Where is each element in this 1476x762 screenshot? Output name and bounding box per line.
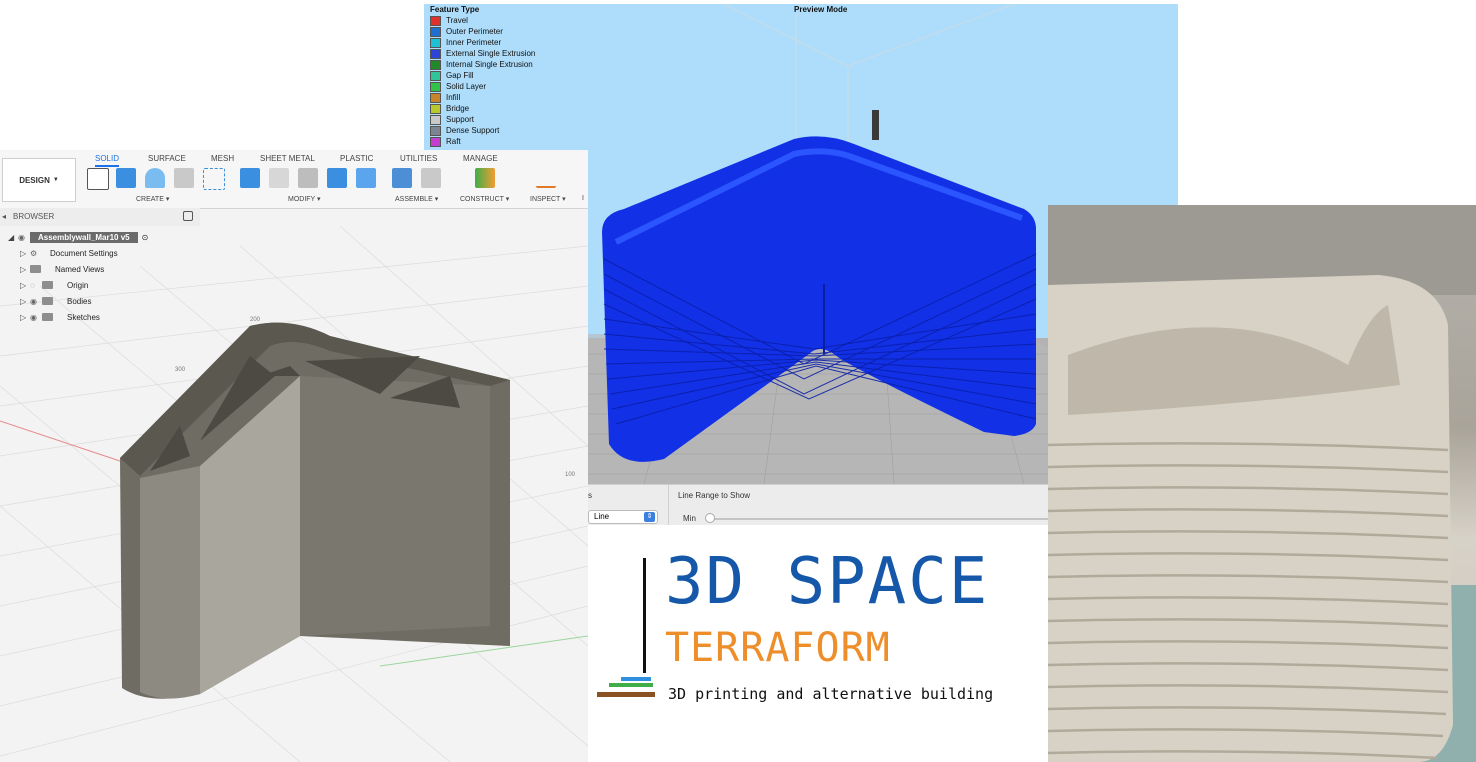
folder-icon	[42, 281, 53, 289]
legend-item-dense-support: Dense Support	[430, 125, 535, 136]
press-pull-icon[interactable]	[240, 168, 260, 188]
chamfer-icon[interactable]	[298, 168, 318, 188]
design-label: DESIGN	[19, 175, 50, 185]
folder-icon	[42, 297, 53, 305]
collapse-icon[interactable]: ◂	[2, 212, 6, 221]
tab-sheet-metal[interactable]: SHEET METAL	[260, 154, 315, 163]
measure-icon[interactable]	[536, 176, 556, 188]
tree-item-document-settings[interactable]: ▷ ⚙ Document Settings	[20, 246, 118, 260]
line-range-label: Line Range to Show	[678, 491, 751, 500]
fusion-cad-window: 300 200 100 DESIGN ▼ SOLID SURFACE MESH …	[0, 150, 588, 762]
legend-item-inner-perimeter: Inner Perimeter	[430, 37, 535, 48]
legend-item-raft: Raft	[430, 136, 535, 147]
legend-title: Feature Type	[430, 5, 480, 14]
tab-plastic[interactable]: PLASTIC	[340, 154, 373, 163]
group-modify[interactable]: MODIFY ▾	[288, 195, 321, 203]
design-workspace-button[interactable]: DESIGN ▼	[2, 158, 76, 202]
tree-root-node[interactable]: ◢ ◉ Assemblywall_Mar10 v5 ⊙	[8, 230, 148, 244]
legend-item-bridge: Bridge	[430, 103, 535, 114]
group-construct[interactable]: CONSTRUCT ▾	[460, 195, 509, 203]
tab-manage[interactable]: MANAGE	[463, 154, 498, 163]
tab-utilities[interactable]: UTILITIES	[400, 154, 437, 163]
plane-icon[interactable]	[475, 168, 495, 188]
min-label: Min	[683, 514, 696, 523]
tab-mesh[interactable]: MESH	[211, 154, 234, 163]
legend-item-outer-perimeter: Outer Perimeter	[430, 26, 535, 37]
tab-surface[interactable]: SURFACE	[148, 154, 186, 163]
group-insert-cut[interactable]: I	[582, 195, 584, 202]
legend-item-infill: Infill	[430, 92, 535, 103]
group-inspect[interactable]: INSPECT ▾	[530, 195, 566, 203]
select-arrows-icon: ⇕	[644, 512, 655, 522]
view-mode-select[interactable]: Line ⇕	[588, 510, 658, 524]
divider	[668, 485, 669, 525]
logo-title: 3D SPACE	[665, 545, 990, 619]
ruler-label-200: 200	[250, 317, 261, 323]
radio-icon[interactable]: ⊙	[142, 233, 149, 242]
joint-icon[interactable]	[421, 168, 441, 188]
printed-clay-photo	[1048, 205, 1476, 762]
group-assemble[interactable]: ASSEMBLE ▾	[395, 195, 438, 203]
terraform-logo: 3D SPACE TERRAFORM 3D printing and alter…	[595, 525, 1048, 755]
legend-item-external-single-extrusion: External Single Extrusion	[430, 48, 535, 59]
revolve-icon[interactable]	[145, 168, 165, 188]
group-create[interactable]: CREATE ▾	[136, 195, 169, 203]
fusion-toolbar: DESIGN ▼ SOLID SURFACE MESH SHEET METAL …	[0, 150, 588, 209]
ruler-label-100: 100	[565, 472, 576, 478]
hole-icon[interactable]	[174, 168, 194, 188]
browser-label: BROWSER	[13, 212, 55, 221]
extrude-icon[interactable]	[116, 168, 136, 188]
legend-item-travel: Travel	[430, 15, 535, 26]
expand-icon[interactable]: ◢	[8, 233, 18, 242]
tree-item-named-views[interactable]: ▷ Named Views	[20, 262, 104, 276]
preview-mode-title: Preview Mode	[794, 5, 848, 14]
view-mode-value: Line	[594, 512, 610, 521]
legend-item-gap-fill: Gap Fill	[430, 70, 535, 81]
root-label: Assemblywall_Mar10 v5	[30, 231, 138, 243]
ruler-label-300: 300	[175, 367, 186, 373]
logo-pole	[643, 558, 646, 673]
gear-icon: ⚙	[30, 248, 38, 258]
browser-panel-header[interactable]: ◂ BROWSER	[0, 208, 200, 226]
eye-icon[interactable]: ◉	[30, 297, 42, 306]
logo-stripe-brown	[597, 692, 655, 697]
new-component-icon[interactable]	[392, 168, 412, 188]
eye-icon[interactable]: ◉	[30, 313, 42, 322]
pin-icon[interactable]	[183, 211, 193, 221]
folder-icon	[30, 265, 41, 273]
eye-icon[interactable]: ◉	[18, 233, 30, 242]
shell-icon[interactable]	[327, 168, 347, 188]
fillet-icon[interactable]	[269, 168, 289, 188]
tree-item-bodies[interactable]: ▷ ◉ Bodies	[20, 294, 91, 308]
logo-tagline: 3D printing and alternative building	[668, 685, 994, 703]
min-slider-handle[interactable]	[705, 513, 715, 523]
create-sketch-icon[interactable]	[87, 168, 109, 190]
feature-type-legend: Feature Type Travel Outer Perimeter Inne…	[430, 5, 535, 147]
pattern-icon[interactable]	[203, 168, 225, 190]
tab-solid[interactable]: SOLID	[95, 154, 120, 167]
legend-item-support: Support	[430, 114, 535, 125]
settings-cut-label: s	[588, 491, 592, 500]
min-slider-track[interactable]	[708, 518, 1048, 520]
folder-icon	[42, 313, 53, 321]
slicer-settings-panel: s Line ⇕ Line Range to Show Min	[588, 484, 1048, 525]
tree-item-sketches[interactable]: ▷ ◉ Sketches	[20, 310, 100, 324]
logo-subtitle: TERRAFORM	[665, 625, 891, 671]
tree-item-origin[interactable]: ▷ ◌ Origin	[20, 278, 88, 292]
chevron-down-icon: ▼	[52, 177, 59, 183]
logo-stripe-blue	[621, 677, 651, 681]
logo-stripe-green	[609, 683, 653, 687]
legend-item-internal-single-extrusion: Internal Single Extrusion	[430, 59, 535, 70]
clay-layers-image	[1048, 205, 1476, 762]
legend-item-solid-layer: Solid Layer	[430, 81, 535, 92]
combine-icon[interactable]	[356, 168, 376, 188]
eye-icon[interactable]: ◌	[30, 281, 42, 290]
